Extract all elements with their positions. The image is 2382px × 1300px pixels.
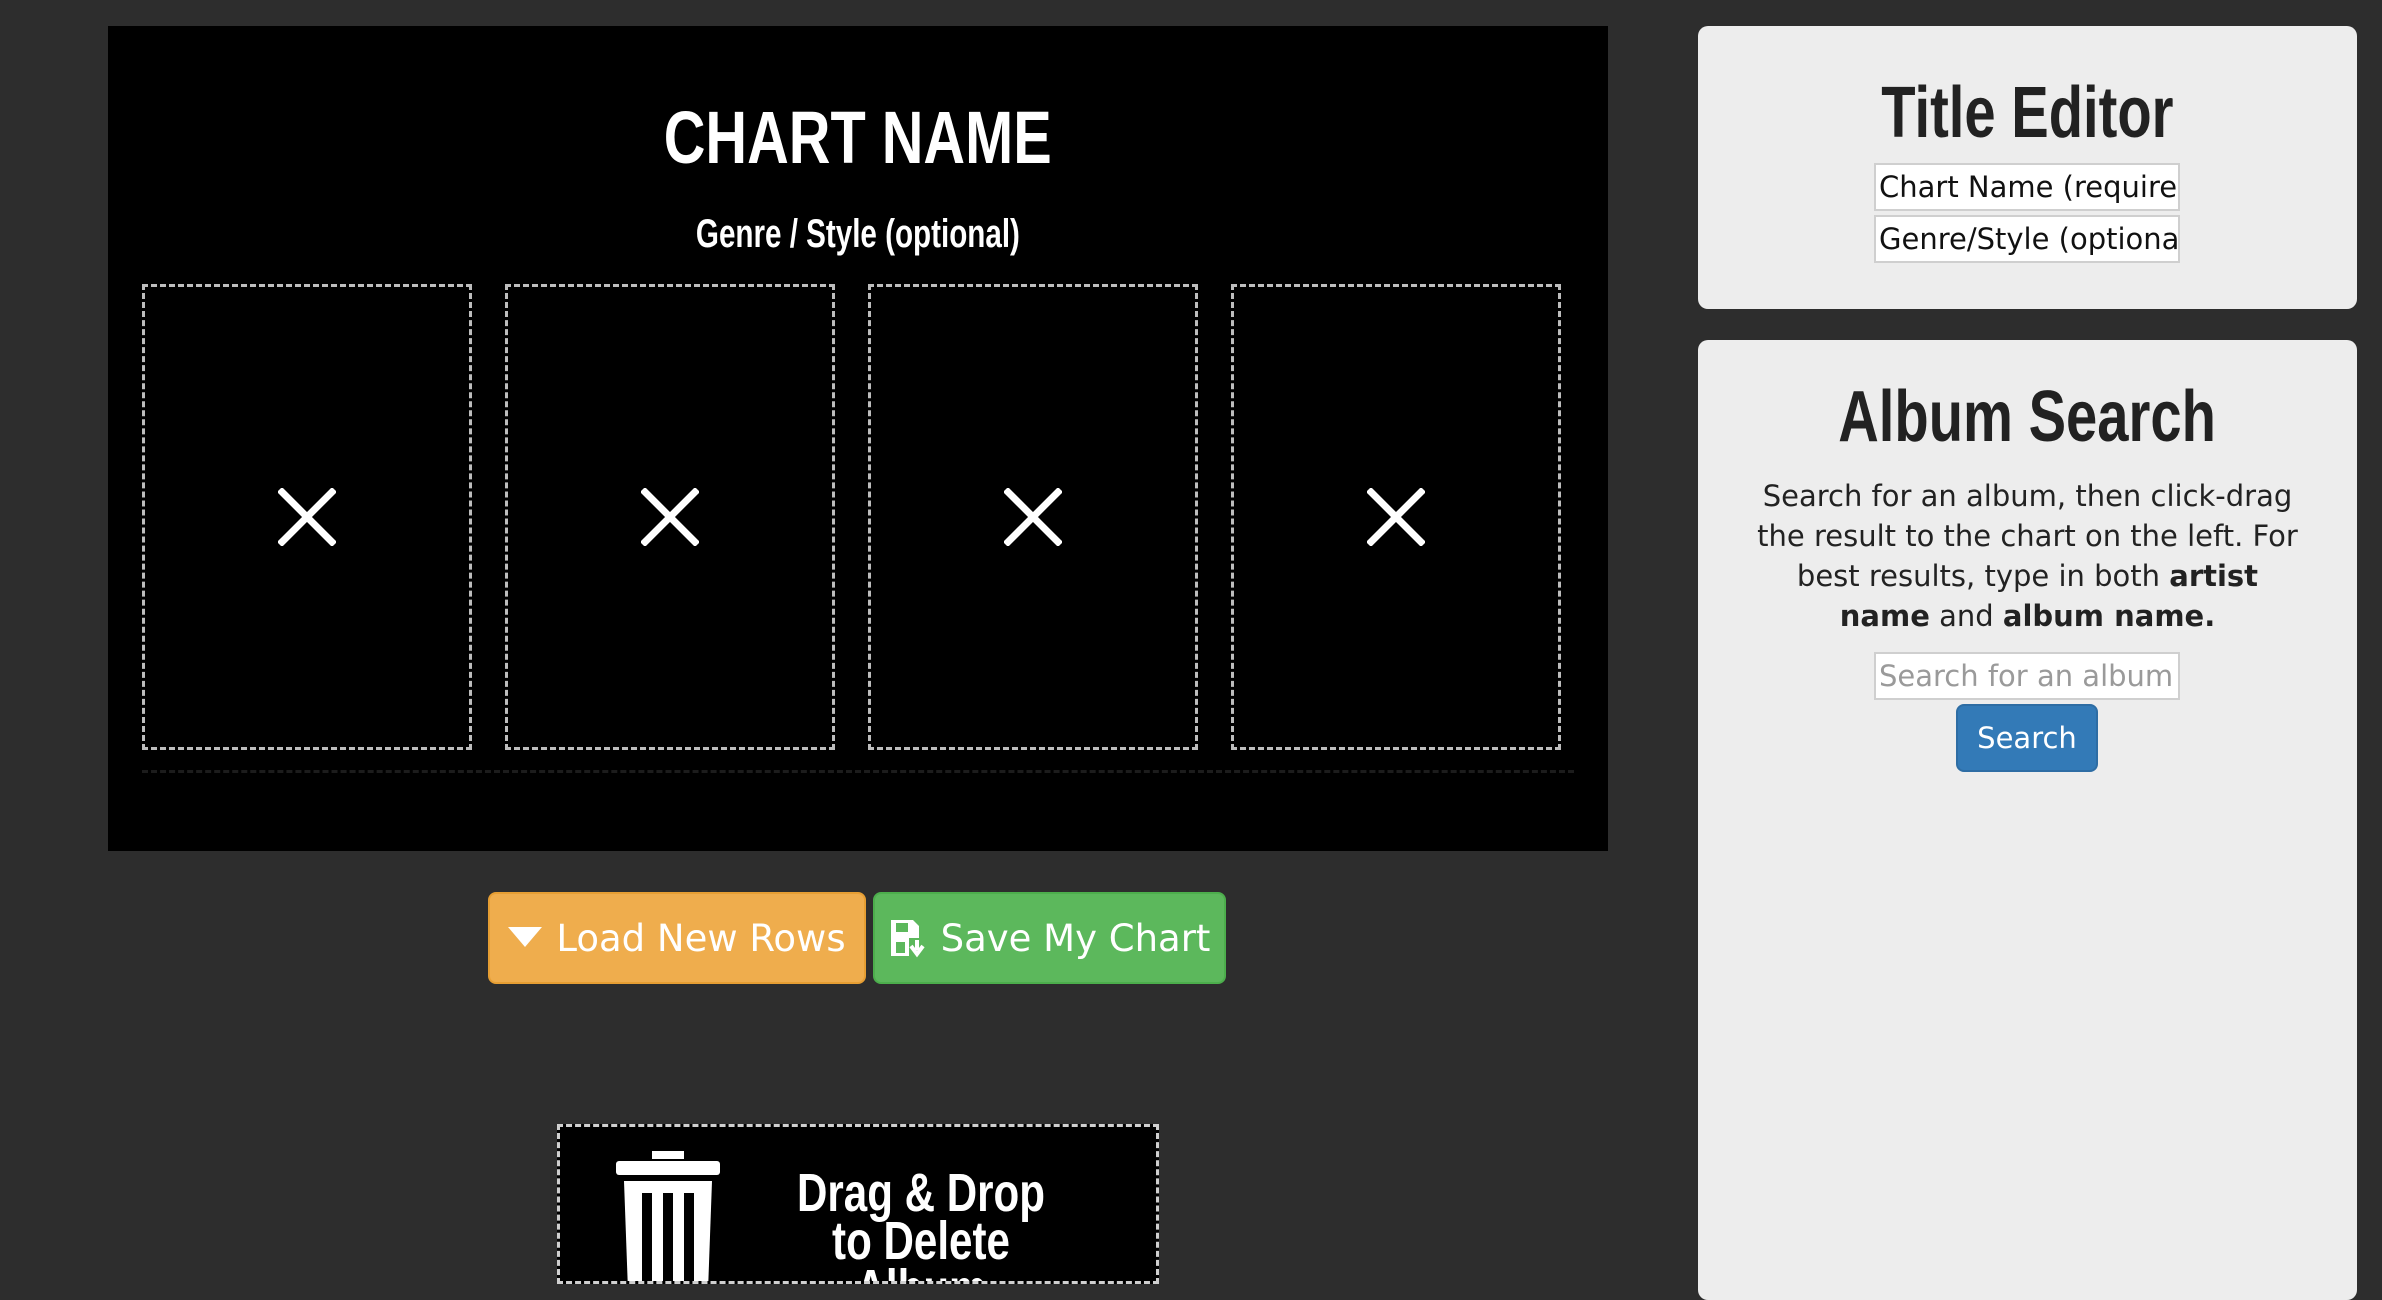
- chart-canvas: CHART NAME Genre / Style (optional): [108, 26, 1608, 851]
- genre-style-field[interactable]: Genre/Style (optional): [1874, 215, 2180, 263]
- album-search-input[interactable]: Search for an album: [1874, 652, 2180, 700]
- album-slot-2[interactable]: [505, 284, 835, 750]
- album-slot-3[interactable]: [868, 284, 1198, 750]
- trash-icon: [616, 1151, 720, 1281]
- caret-down-icon: [508, 927, 543, 947]
- delete-drop-label: Drag & Drop to Delete Album: [796, 1163, 1046, 1281]
- album-search-panel: Album Search Search for an album, then c…: [1698, 340, 2357, 1300]
- save-my-chart-label: Save My Chart: [940, 916, 1211, 960]
- title-editor-panel: Title Editor Chart Name (required) Genre…: [1698, 26, 2357, 309]
- album-slot-4[interactable]: [1231, 284, 1561, 750]
- delete-drop-zone[interactable]: Drag & Drop to Delete Album: [557, 1124, 1159, 1284]
- load-new-rows-button[interactable]: Load New Rows: [488, 892, 866, 984]
- search-instructions: Search for an album, then click-drag the…: [1757, 479, 2298, 633]
- title-editor-heading: Title Editor: [1881, 73, 2174, 153]
- search-button[interactable]: Search: [1956, 704, 2098, 772]
- load-new-rows-label: Load New Rows: [556, 916, 846, 960]
- chart-genre: Genre / Style (optional): [695, 212, 1021, 256]
- save-my-chart-button[interactable]: Save My Chart: [873, 892, 1226, 984]
- close-icon[interactable]: [1004, 488, 1062, 546]
- close-icon[interactable]: [641, 488, 699, 546]
- save-icon: [890, 920, 925, 958]
- album-search-heading: Album Search: [1838, 377, 2217, 457]
- album-slot-1[interactable]: [142, 284, 472, 750]
- close-icon[interactable]: [1367, 488, 1425, 546]
- chart-name-field[interactable]: Chart Name (required): [1874, 163, 2180, 211]
- chart-title: CHART NAME: [664, 96, 1052, 179]
- row-divider: [142, 770, 1574, 773]
- close-icon[interactable]: [278, 488, 336, 546]
